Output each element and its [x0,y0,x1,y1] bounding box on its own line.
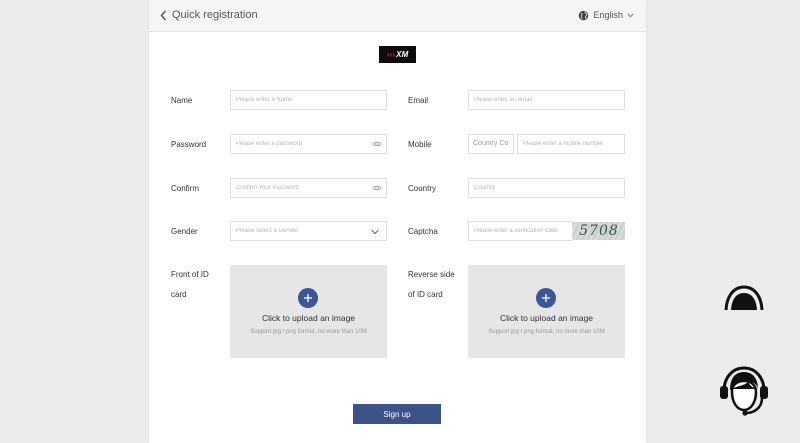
gender-select[interactable] [230,221,387,241]
customer-support-headset-icon [720,366,768,416]
name-input[interactable] [230,90,387,110]
confirm-password-input[interactable] [230,178,387,198]
eye-icon[interactable] [372,183,382,193]
reverse-id-upload[interactable]: Click to upload an image Support jpg / p… [468,265,625,358]
mobile-input[interactable] [517,134,625,154]
customer-support-headset-icon [724,285,764,310]
language-selector[interactable]: English [578,6,634,24]
xm-logo: ››› XM [379,46,416,63]
reverse-id-label: Reverse side [408,270,455,279]
upload-title: Click to upload an image [499,313,594,323]
password-input[interactable] [230,134,387,154]
plus-icon[interactable] [298,288,318,308]
captcha-input[interactable] [468,221,573,241]
captcha-code: 5708 [579,223,619,239]
logo-text: XM [396,50,409,59]
mobile-label: Mobile [408,140,432,149]
upload-title: Click to upload an image [261,313,356,323]
upload-hint: Support jpg / png format, no more than 1… [488,329,605,335]
front-id-upload[interactable]: Click to upload an image Support jpg / p… [230,265,387,358]
customer-support-button[interactable] [716,364,772,420]
captcha-image[interactable]: 5708 [573,222,625,240]
registration-card: Quick registration English ››› XM Name E… [149,0,646,443]
page-title: Quick registration [172,9,258,21]
logo-mark-icon: ››› [386,50,396,59]
front-id-label: Front of ID [171,270,209,279]
reverse-id-label-line2: of ID card [408,290,443,299]
country-label: Country [408,184,437,193]
chevron-down-icon[interactable] [370,227,380,237]
confirm-label: Confirm [171,184,200,193]
name-label: Name [171,96,193,105]
language-label[interactable]: English [593,10,623,20]
plus-icon[interactable] [536,288,556,308]
gender-label: Gender [171,227,198,236]
support-widget-partial[interactable] [716,282,772,310]
upload-hint: Support jpg / png format, no more than 1… [250,329,367,335]
globe-icon[interactable] [578,10,589,21]
back-button[interactable]: Quick registration [160,6,258,24]
email-label: Email [408,96,429,105]
top-bar: Quick registration English [149,0,646,32]
front-id-label-line2: card [171,290,187,299]
email-input[interactable] [468,90,625,110]
captcha-label: Captcha [408,227,438,236]
country-input[interactable] [468,178,625,198]
sign-up-button[interactable]: Sign up [353,404,441,424]
password-label: Password [171,140,207,149]
eye-icon[interactable] [372,139,382,149]
country-code-select[interactable]: Country Co [468,134,514,154]
chevron-left-icon[interactable] [160,10,167,21]
chevron-down-icon[interactable] [627,13,634,18]
